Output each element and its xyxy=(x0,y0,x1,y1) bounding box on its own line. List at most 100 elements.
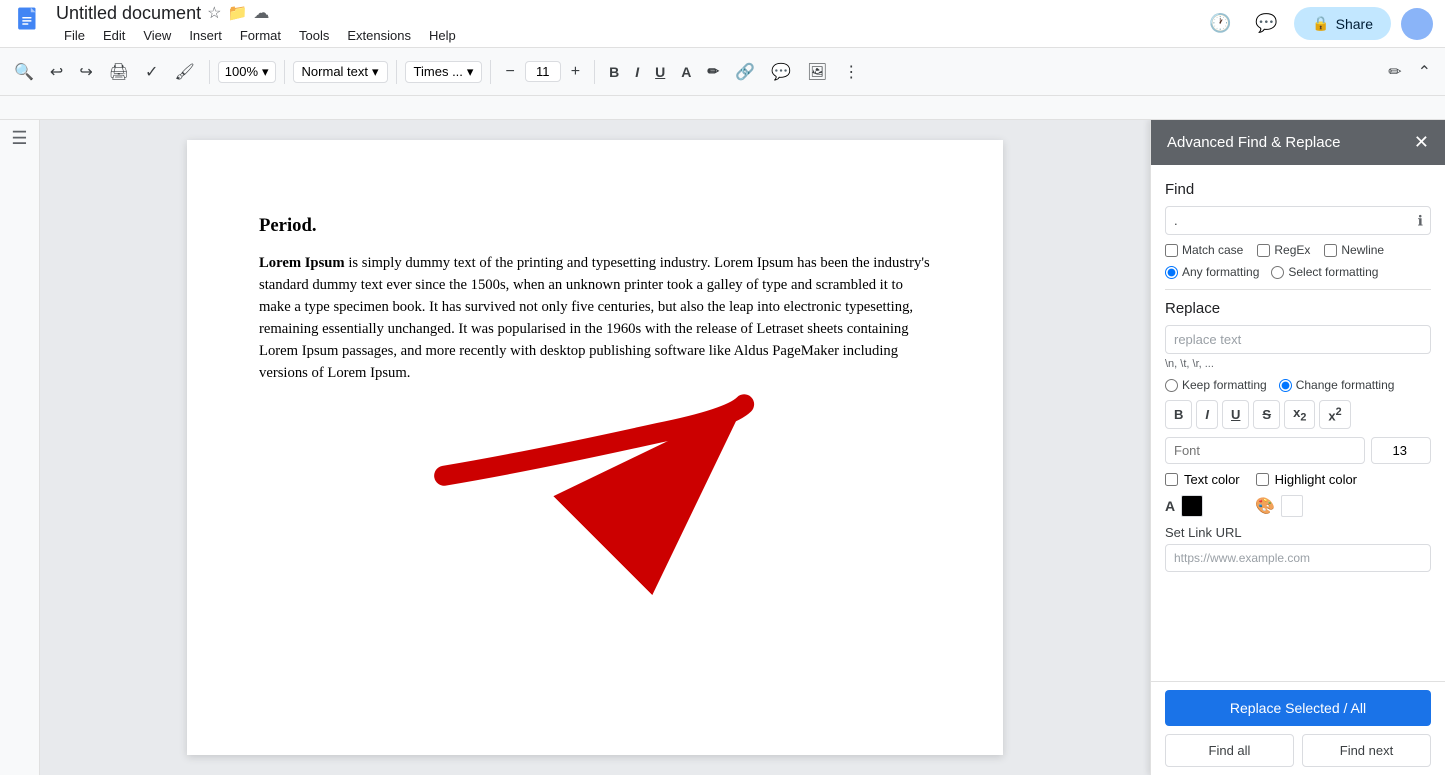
menu-edit[interactable]: Edit xyxy=(95,26,133,45)
main-layout: ☰ Period. Lorem Ipsum is simply dummy te… xyxy=(0,120,1445,775)
comment-icon[interactable]: 💬 xyxy=(1248,6,1284,42)
font-input[interactable] xyxy=(1165,437,1365,464)
menu-format[interactable]: Format xyxy=(232,26,289,45)
search-icon[interactable]: 🔍 xyxy=(8,58,40,86)
star-icon[interactable]: ☆ xyxy=(207,3,221,23)
print-icon[interactable]: 🖨 xyxy=(103,58,135,86)
folder-icon[interactable]: 📁 xyxy=(227,3,247,23)
doc-title[interactable]: Untitled document xyxy=(56,3,201,24)
pen-icon[interactable]: ✏ xyxy=(1382,58,1407,86)
find-next-button[interactable]: Find next xyxy=(1302,734,1431,767)
font-size-decrease[interactable]: − xyxy=(499,59,520,85)
doc-area[interactable]: Period. Lorem Ipsum is simply dummy text… xyxy=(40,120,1150,775)
insert-comment-button[interactable]: 💬 xyxy=(765,58,797,86)
highlight-color-checkbox[interactable] xyxy=(1256,473,1269,486)
menu-file[interactable]: File xyxy=(56,26,93,45)
strikethrough-format-btn[interactable]: S xyxy=(1253,400,1280,429)
highlight-color-option: Highlight color xyxy=(1256,472,1357,487)
zoom-chevron: ▾ xyxy=(262,64,269,80)
color-swatch-row: A 🎨 xyxy=(1165,495,1431,517)
panel-close-button[interactable]: ✕ xyxy=(1414,132,1429,153)
separator-3 xyxy=(396,60,397,84)
change-formatting-radio[interactable] xyxy=(1279,379,1292,392)
font-row xyxy=(1165,437,1431,464)
paint-format-icon[interactable]: 🖌 xyxy=(168,58,200,86)
italic-format-btn[interactable]: I xyxy=(1196,400,1218,429)
text-color-checkbox[interactable] xyxy=(1165,473,1178,486)
find-input[interactable] xyxy=(1165,206,1431,235)
zoom-selector[interactable]: 100% ▾ xyxy=(218,61,276,83)
link-button[interactable]: 🔗 xyxy=(729,58,761,86)
font-size-input[interactable] xyxy=(1371,437,1431,464)
text-color-option: Text color xyxy=(1165,472,1240,487)
text-color-label: Text color xyxy=(1184,472,1240,487)
spellcheck-icon[interactable]: ✓ xyxy=(139,58,164,86)
regex-option[interactable]: RegEx xyxy=(1257,243,1310,257)
insert-image-button[interactable]: 🖼 xyxy=(801,58,833,86)
highlight-color-swatch[interactable] xyxy=(1281,495,1303,517)
superscript-format-btn[interactable]: x2 xyxy=(1319,400,1350,429)
change-formatting-option[interactable]: Change formatting xyxy=(1279,378,1395,392)
more-options-button[interactable]: ⋮ xyxy=(837,58,865,86)
match-case-checkbox[interactable] xyxy=(1165,244,1178,257)
select-formatting-option[interactable]: Select formatting xyxy=(1271,265,1378,279)
font-selector[interactable]: Times ... ▾ xyxy=(405,61,483,83)
highlight-button[interactable]: ✏ xyxy=(701,59,725,84)
app-logo xyxy=(12,6,48,42)
text-color-button[interactable]: A xyxy=(675,60,697,84)
font-size-increase[interactable]: + xyxy=(565,59,586,85)
newline-label: Newline xyxy=(1341,243,1384,257)
highlight-paint-icon: 🎨 xyxy=(1255,496,1275,516)
link-input[interactable] xyxy=(1165,544,1431,572)
find-all-button[interactable]: Find all xyxy=(1165,734,1294,767)
info-icon: ℹ xyxy=(1418,212,1423,229)
menu-tools[interactable]: Tools xyxy=(291,26,337,45)
doc-title-row: Untitled document ☆ 📁 ☁ xyxy=(56,3,1202,24)
avatar[interactable] xyxy=(1401,8,1433,40)
keep-formatting-option[interactable]: Keep formatting xyxy=(1165,378,1267,392)
collapse-icon[interactable]: ⌃ xyxy=(1412,58,1437,86)
select-formatting-radio[interactable] xyxy=(1271,266,1284,279)
replace-selected-button[interactable]: Replace Selected / All xyxy=(1165,690,1431,726)
match-case-option[interactable]: Match case xyxy=(1165,243,1243,257)
newline-option[interactable]: Newline xyxy=(1324,243,1384,257)
underline-button[interactable]: U xyxy=(649,60,671,84)
set-link-label: Set Link URL xyxy=(1165,525,1431,540)
any-formatting-radio[interactable] xyxy=(1165,266,1178,279)
regex-checkbox[interactable] xyxy=(1257,244,1270,257)
keep-formatting-radio[interactable] xyxy=(1165,379,1178,392)
find-options-row: Match case RegEx Newline xyxy=(1165,243,1431,257)
panel-footer: Replace Selected / All Find all Find nex… xyxy=(1151,681,1445,775)
menu-help[interactable]: Help xyxy=(421,26,464,45)
outline-icon[interactable]: ☰ xyxy=(11,128,27,149)
doc-page: Period. Lorem Ipsum is simply dummy text… xyxy=(187,140,1003,755)
style-selector[interactable]: Normal text ▾ xyxy=(293,61,388,83)
red-arrow-overlay xyxy=(387,340,887,640)
top-right: 🕐 💬 🔒 Share xyxy=(1202,6,1433,42)
text-color-swatch[interactable] xyxy=(1181,495,1203,517)
subscript-format-btn[interactable]: x2 xyxy=(1284,400,1315,429)
doc-bold-text: Lorem Ipsum xyxy=(259,255,345,271)
change-formatting-label: Change formatting xyxy=(1296,378,1395,392)
any-formatting-label: Any formatting xyxy=(1182,265,1259,279)
doc-paragraph: Lorem Ipsum is simply dummy text of the … xyxy=(259,252,931,384)
font-value: Times ... xyxy=(414,64,463,79)
separator-2 xyxy=(284,60,285,84)
redo-icon[interactable]: ↪ xyxy=(73,58,98,86)
italic-button[interactable]: I xyxy=(629,60,645,84)
style-chevron: ▾ xyxy=(372,64,379,80)
newline-checkbox[interactable] xyxy=(1324,244,1337,257)
menu-extensions[interactable]: Extensions xyxy=(339,26,419,45)
replace-input[interactable] xyxy=(1165,325,1431,354)
history-icon[interactable]: 🕐 xyxy=(1202,6,1238,42)
font-size-field[interactable]: 11 xyxy=(525,61,561,82)
underline-format-btn[interactable]: U xyxy=(1222,400,1249,429)
share-button[interactable]: 🔒 Share xyxy=(1294,7,1391,40)
menu-insert[interactable]: Insert xyxy=(181,26,230,45)
any-formatting-option[interactable]: Any formatting xyxy=(1165,265,1259,279)
menu-view[interactable]: View xyxy=(135,26,179,45)
bold-button[interactable]: B xyxy=(603,60,625,84)
bold-format-btn[interactable]: B xyxy=(1165,400,1192,429)
undo-icon[interactable]: ↩ xyxy=(44,58,69,86)
cloud-icon[interactable]: ☁ xyxy=(253,3,269,23)
